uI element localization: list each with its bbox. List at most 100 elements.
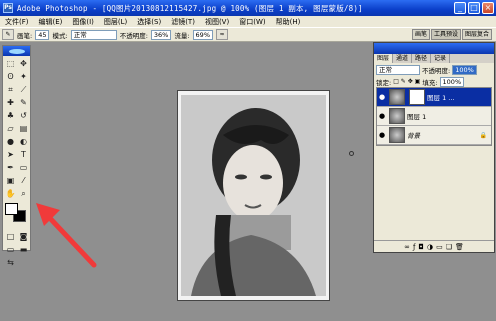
healing-brush-tool-icon[interactable]: ✚ [4, 96, 17, 109]
layer-mask-thumbnail[interactable] [409, 89, 425, 105]
flow-label: 流量: [174, 31, 190, 40]
add-mask-icon[interactable]: ◘ [418, 243, 424, 251]
layers-list: ● 图层 1 ... ● 图层 1 ● 背景 🔒 [376, 87, 492, 146]
document-canvas[interactable] [177, 90, 330, 301]
lasso-tool-icon[interactable]: ʘ [4, 70, 17, 83]
menu-layer[interactable]: 图层(L) [99, 17, 132, 27]
tab-channels[interactable]: 通道 [393, 54, 413, 63]
layer-style-icon[interactable]: ƒ [413, 243, 415, 251]
menu-file[interactable]: 文件(F) [0, 17, 34, 27]
layer-name: 图层 1 [407, 113, 427, 121]
palette-brushes-tab[interactable]: 画笔 [411, 29, 430, 40]
blend-mode-select[interactable]: 正常 [376, 64, 420, 75]
close-button[interactable]: × [482, 2, 494, 14]
quick-mask-mode-icon[interactable]: ◙ [17, 230, 30, 243]
gradient-tool-icon[interactable]: ▤ [17, 122, 30, 135]
mode-select[interactable]: 正常 [70, 29, 117, 40]
menu-bar: 文件(F) 编辑(E) 图像(I) 图层(L) 选择(S) 滤镜(T) 视图(V… [0, 16, 496, 27]
brush-size-picker[interactable]: 45 [35, 29, 50, 40]
menu-image[interactable]: 图像(I) [67, 17, 99, 27]
brush-tool-icon[interactable]: ✎ [17, 96, 30, 109]
layer-row[interactable]: ● 图层 1 [377, 107, 491, 126]
layers-panel: 图层 通道 路径 记录 正常 不透明度: 100% 锁定: □ ✎ ✥ ▣ 填充… [373, 42, 495, 253]
tab-history[interactable]: 记录 [431, 54, 451, 63]
layers-footer: ∞ ƒ ◘ ◑ ▭ ❏ 🗑 [374, 240, 494, 252]
fill-label: 填充: [422, 78, 438, 87]
eye-icon[interactable]: ● [377, 93, 387, 101]
toolbox: ⬚ ✥ ʘ ✦ ⌗ ⟋ ✚ ✎ ♣ ↺ ▱ ▤ ● ◐ ➤ T ✒ ▭ ▣ ⁄ … [2, 45, 31, 267]
portrait-photo [181, 95, 326, 296]
flow-field[interactable]: 69% [192, 29, 213, 40]
tool-preset-picker[interactable]: ✎ [2, 29, 14, 40]
brush-cursor [349, 151, 354, 156]
brush-label: 画笔: [17, 31, 33, 40]
fill-field[interactable]: 100% [439, 76, 465, 87]
new-group-icon[interactable]: ▭ [436, 243, 443, 251]
menu-view[interactable]: 视图(V) [200, 17, 234, 27]
marquee-tool-icon[interactable]: ⬚ [4, 57, 17, 70]
clone-stamp-tool-icon[interactable]: ♣ [4, 109, 17, 122]
type-tool-icon[interactable]: T [17, 148, 30, 161]
menu-window[interactable]: 窗口(W) [234, 17, 270, 27]
full-screen-mode-icon[interactable]: ▬ [17, 243, 30, 256]
magic-wand-tool-icon[interactable]: ✦ [17, 70, 30, 83]
menu-help[interactable]: 帮助(H) [271, 17, 306, 27]
pen-tool-icon[interactable]: ✒ [4, 161, 17, 174]
toolbox-header [3, 46, 30, 56]
eraser-tool-icon[interactable]: ▱ [4, 122, 17, 135]
window-title: Adobe Photoshop - [QQ图片20130812115427.jp… [17, 3, 363, 13]
layer-name: 背景 [407, 132, 420, 140]
hand-tool-icon[interactable]: ✋ [4, 187, 17, 200]
airbrush-button[interactable]: ≈ [216, 29, 228, 40]
new-layer-icon[interactable]: ❏ [446, 243, 452, 251]
tab-layers[interactable]: 图层 [374, 54, 394, 63]
menu-edit[interactable]: 编辑(E) [34, 17, 68, 27]
zoom-tool-icon[interactable]: ⌕ [17, 187, 30, 200]
eye-icon[interactable]: ● [377, 112, 387, 120]
palette-layer-comps-tab[interactable]: 图层复合 [461, 29, 492, 40]
menu-select[interactable]: 选择(S) [132, 17, 166, 27]
move-tool-icon[interactable]: ✥ [17, 57, 30, 70]
adjustment-layer-icon[interactable]: ◑ [427, 243, 433, 251]
blur-tool-icon[interactable]: ● [4, 135, 17, 148]
standard-mode-icon[interactable]: □ [4, 230, 17, 243]
lock-icon: 🔒 [479, 131, 487, 139]
maximize-button[interactable]: □ [468, 2, 480, 14]
dodge-tool-icon[interactable]: ◐ [17, 135, 30, 148]
lock-icons[interactable]: □ ✎ ✥ ▣ [393, 78, 420, 85]
eye-icon[interactable]: ● [377, 131, 387, 139]
jump-to-imageready-icon[interactable]: ⇆ [4, 256, 17, 269]
layer-opacity-label: 不透明度: [422, 66, 451, 75]
menu-filter[interactable]: 滤镜(T) [166, 17, 200, 27]
layer-name: 图层 1 ... [427, 94, 455, 102]
palette-tool-presets-tab[interactable]: 工具预设 [430, 29, 461, 40]
mode-label: 模式: [52, 31, 68, 40]
layer-opacity-field[interactable]: 100% [452, 64, 477, 75]
tab-paths[interactable]: 路径 [412, 54, 432, 63]
feather-icon [8, 48, 25, 54]
layer-row[interactable]: ● 图层 1 ... [377, 88, 491, 107]
photo-image [181, 95, 326, 296]
screen-mode-icon[interactable]: ▭ [4, 243, 17, 256]
layer-thumbnail [389, 89, 405, 105]
history-brush-tool-icon[interactable]: ↺ [17, 109, 30, 122]
layer-row[interactable]: ● 背景 🔒 [377, 126, 491, 145]
layer-thumbnail [389, 108, 405, 124]
crop-tool-icon[interactable]: ⌗ [4, 83, 17, 96]
arrow-head [36, 203, 60, 226]
opacity-field[interactable]: 36% [150, 29, 172, 40]
trash-icon[interactable]: 🗑 [455, 243, 464, 251]
notes-tool-icon[interactable]: ▣ [4, 174, 17, 187]
foreground-color-swatch[interactable] [5, 203, 18, 215]
arrow-shaft [43, 211, 97, 268]
minimize-button[interactable]: _ [454, 2, 466, 14]
palette-well: 画笔 工具预设 图层复合 [411, 29, 492, 40]
shape-tool-icon[interactable]: ▭ [17, 161, 30, 174]
path-selection-tool-icon[interactable]: ➤ [4, 148, 17, 161]
eyedropper-tool-icon[interactable]: ⁄ [17, 174, 30, 187]
layer-thumbnail [389, 127, 405, 143]
slice-tool-icon[interactable]: ⟋ [17, 83, 30, 96]
color-swatches [4, 203, 29, 227]
link-icon[interactable]: ∞ [404, 243, 410, 251]
layers-panel-header [374, 43, 494, 54]
